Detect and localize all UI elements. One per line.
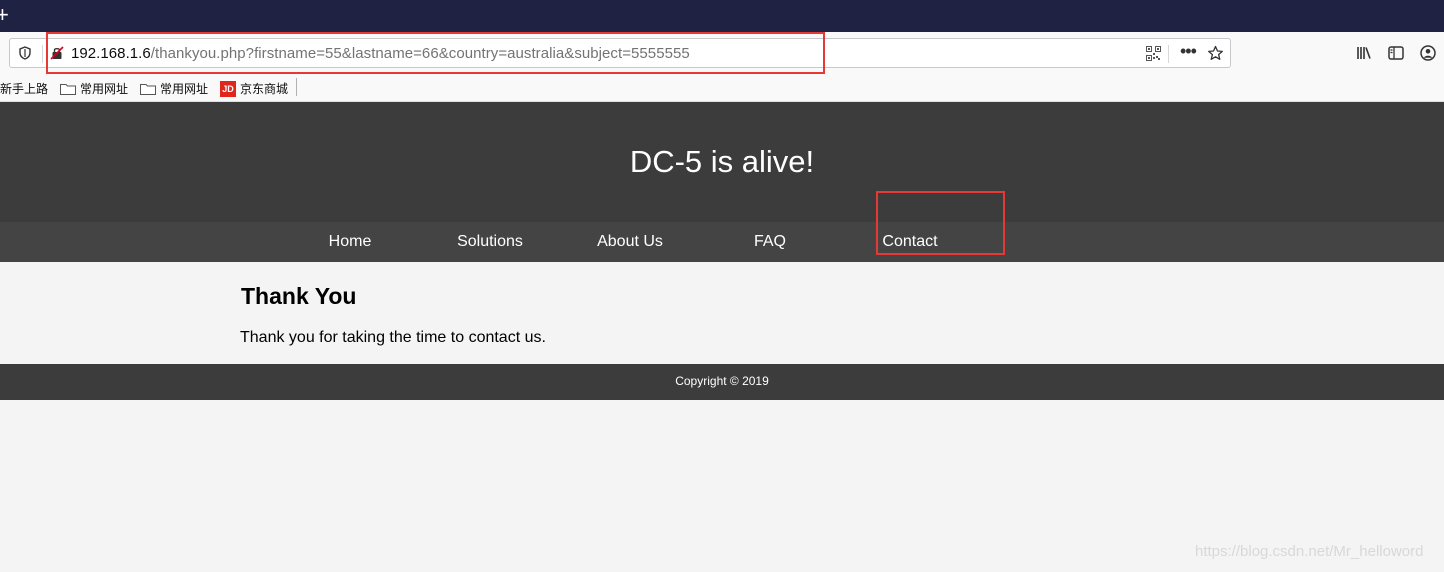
nav-faq-link[interactable]: FAQ: [700, 233, 840, 251]
site-title: DC-5 is alive!: [629, 144, 815, 179]
qr-code-icon[interactable]: [1146, 46, 1161, 61]
new-tab-icon[interactable]: +: [0, 4, 9, 26]
web-page: DC-5 is alive! Home Solutions About Us F…: [0, 102, 1444, 572]
thank-you-message: Thank you for taking the time to contact…: [240, 329, 546, 346]
bookmarks-toolbar: 新手上路 常用网址 常用网址 JD 京东商城: [0, 74, 1444, 102]
bookmark-folder[interactable]: 常用网址: [60, 80, 128, 97]
folder-icon: [60, 83, 76, 95]
bookmarks-separator: [296, 78, 297, 96]
bookmark-label: 常用网址: [80, 82, 129, 96]
jd-logo-icon: JD: [220, 80, 236, 97]
urlbar-separator: [1168, 45, 1169, 63]
page-actions-icon[interactable]: •••: [1180, 41, 1197, 62]
nav-solutions-link[interactable]: Solutions: [420, 233, 560, 251]
account-icon[interactable]: [1419, 44, 1437, 62]
bookmark-label: 新手上路: [0, 82, 49, 96]
site-footer: Copyright © 2019: [0, 364, 1444, 400]
bookmark-item[interactable]: JD 京东商城: [220, 80, 288, 97]
site-nav: Home Solutions About Us FAQ Contact: [0, 222, 1444, 262]
urlbar-separator: [42, 45, 43, 63]
copyright-text: Copyright © 2019: [675, 374, 769, 388]
bookmark-folder[interactable]: 常用网址: [140, 80, 208, 97]
url-highlight-box: [46, 32, 825, 74]
nav-home-link[interactable]: Home: [280, 233, 420, 251]
site-header: DC-5 is alive!: [0, 102, 1444, 222]
bookmark-star-icon[interactable]: [1207, 45, 1224, 62]
bookmark-label: 常用网址: [160, 82, 209, 96]
browser-titlebar: +: [0, 0, 1444, 32]
library-icon[interactable]: [1355, 44, 1373, 62]
bookmark-item[interactable]: 新手上路: [0, 80, 48, 97]
contact-highlight-box: [876, 191, 1005, 255]
watermark-text: https://blog.csdn.net/Mr_helloword: [1195, 543, 1424, 560]
page-heading: Thank You: [241, 283, 357, 309]
folder-icon: [140, 83, 156, 95]
bookmark-label: 京东商城: [240, 82, 289, 96]
shield-icon[interactable]: [18, 46, 32, 60]
nav-about-link[interactable]: About Us: [560, 233, 700, 251]
page-content: Thank You Thank you for taking the time …: [0, 262, 1444, 364]
sidebar-icon[interactable]: [1387, 44, 1405, 62]
